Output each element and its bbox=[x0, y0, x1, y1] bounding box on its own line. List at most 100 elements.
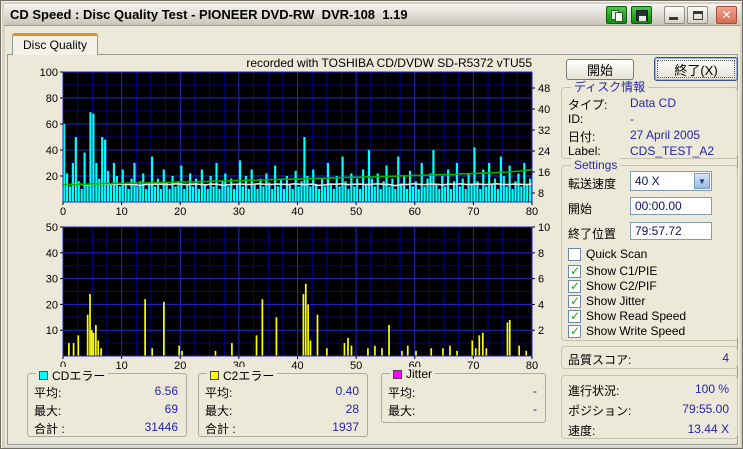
checkbox-box[interactable] bbox=[568, 264, 581, 278]
disc-type-row: タイプ: Data CD bbox=[568, 96, 677, 112]
svg-text:80: 80 bbox=[46, 93, 58, 105]
checkbox-box[interactable] bbox=[568, 309, 581, 323]
svg-text:8: 8 bbox=[538, 248, 544, 260]
disc-date-row: 日付: 27 April 2005 bbox=[568, 128, 701, 144]
cyan-legend-icon bbox=[39, 371, 48, 380]
close-button[interactable]: ✕ bbox=[716, 6, 737, 24]
svg-text:70: 70 bbox=[467, 360, 479, 372]
disc-info-caption: ディスク情報 bbox=[571, 80, 649, 94]
progress-row: 進行状況: 100 % bbox=[568, 382, 729, 398]
save-icon[interactable] bbox=[631, 6, 652, 24]
svg-text:40: 40 bbox=[291, 206, 303, 215]
svg-text:50: 50 bbox=[46, 222, 58, 234]
disc-label-row: Label: CDS_TEST_A2 bbox=[568, 144, 715, 158]
checkbox-box[interactable] bbox=[568, 324, 581, 338]
svg-text:20: 20 bbox=[46, 299, 58, 311]
disc-id-row: ID: - bbox=[568, 112, 634, 126]
progress-group: 進行状況: 100 % ポジション: 79:55.00 速度: 13.44 X bbox=[561, 375, 738, 439]
speed-value: 40 X bbox=[635, 174, 660, 188]
maximize-button[interactable] bbox=[687, 6, 708, 24]
cd-errors-caption: CDエラー bbox=[36, 367, 109, 384]
checkbox-label: Show C2/PIF bbox=[586, 279, 657, 293]
checkbox-label: Show Read Speed bbox=[586, 309, 687, 323]
checkbox-label: Show Jitter bbox=[586, 294, 646, 308]
tab-disc-quality[interactable]: Disc Quality bbox=[12, 33, 98, 55]
quality-score-group: 品質スコア: 4 bbox=[561, 346, 738, 369]
checkbox-box[interactable] bbox=[568, 294, 581, 308]
jitter-max-row: 最大: - bbox=[388, 402, 537, 418]
start-button[interactable]: 開始 bbox=[566, 59, 634, 80]
c2-errors-group: C2エラー 平均: 0.40 最大: 28 合計 :1937 bbox=[198, 367, 368, 437]
svg-text:60: 60 bbox=[46, 119, 58, 131]
checkbox-show-read-speed[interactable]: Show Read Speed bbox=[568, 309, 686, 323]
yellow-legend-icon bbox=[210, 371, 219, 380]
checkbox-label: Show Write Speed bbox=[586, 324, 686, 338]
svg-text:10: 10 bbox=[538, 222, 550, 234]
speed-row: 速度: 13.44 X bbox=[568, 422, 729, 438]
svg-text:40: 40 bbox=[538, 104, 550, 116]
position-row: ポジション: 79:55.00 bbox=[568, 402, 729, 418]
svg-text:2: 2 bbox=[538, 325, 544, 337]
copy-icon[interactable] bbox=[606, 6, 627, 24]
jitter-avg-row: 平均: - bbox=[388, 384, 537, 400]
c2-total-row: 合計 :1937 bbox=[205, 420, 359, 436]
svg-text:20: 20 bbox=[46, 171, 58, 183]
svg-text:32: 32 bbox=[538, 125, 550, 137]
checkbox-label: Show C1/PIE bbox=[586, 264, 658, 278]
svg-text:6: 6 bbox=[538, 274, 544, 286]
svg-text:40: 40 bbox=[291, 360, 303, 372]
svg-text:100: 100 bbox=[40, 67, 58, 79]
minimize-button[interactable] bbox=[664, 6, 685, 24]
chevron-down-icon[interactable]: ▼ bbox=[694, 173, 710, 189]
titlebar[interactable]: CD Speed : Disc Quality Test - PIONEER D… bbox=[4, 4, 741, 26]
checkbox-show-c1-pie[interactable]: Show C1/PIE bbox=[568, 264, 657, 278]
svg-text:20: 20 bbox=[174, 206, 186, 215]
end-pos-input[interactable]: 79:57.72 bbox=[630, 222, 712, 240]
c2-max-row: 最大: 28 bbox=[205, 402, 359, 418]
svg-text:10: 10 bbox=[46, 325, 58, 337]
magenta-legend-icon bbox=[393, 369, 402, 379]
jitter-group: Jitter 平均: - 最大: - bbox=[381, 367, 546, 423]
c2-avg-row: 平均: 0.40 bbox=[205, 384, 359, 400]
disc-info-group: ディスク情報 タイプ: Data CD ID: - 日付: 27 April 2005… bbox=[561, 80, 738, 159]
svg-text:40: 40 bbox=[46, 145, 58, 157]
checkbox-box[interactable] bbox=[568, 247, 581, 261]
cd-max-row: 最大: 69 bbox=[34, 402, 178, 418]
svg-text:80: 80 bbox=[526, 206, 538, 215]
svg-text:10: 10 bbox=[116, 360, 128, 372]
app-window: CD Speed : Disc Quality Test - PIONEER D… bbox=[0, 0, 743, 449]
checkbox-show-c2-pif[interactable]: Show C2/PIF bbox=[568, 279, 657, 293]
quality-score-value: 4 bbox=[722, 351, 729, 365]
svg-text:16: 16 bbox=[538, 167, 550, 179]
svg-text:8: 8 bbox=[538, 188, 544, 200]
exit-button[interactable]: 終了(X) bbox=[654, 57, 738, 81]
checkbox-label: Quick Scan bbox=[586, 247, 648, 261]
svg-text:30: 30 bbox=[46, 274, 58, 286]
start-pos-input[interactable]: 00:00.00 bbox=[630, 197, 712, 215]
svg-text:20: 20 bbox=[174, 360, 186, 372]
cd-total-row: 合計 :31446 bbox=[34, 420, 178, 436]
quality-score-row: 品質スコア: 4 bbox=[568, 351, 729, 367]
svg-text:10: 10 bbox=[116, 206, 128, 215]
c2-errors-caption: C2エラー bbox=[207, 367, 278, 384]
svg-text:70: 70 bbox=[467, 206, 479, 215]
svg-text:48: 48 bbox=[538, 83, 550, 95]
svg-text:50: 50 bbox=[350, 360, 362, 372]
window-title: CD Speed : Disc Quality Test - PIONEER D… bbox=[10, 7, 408, 22]
tab-label: Disc Quality bbox=[22, 37, 87, 52]
settings-caption: Settings bbox=[571, 158, 621, 172]
svg-text:40: 40 bbox=[46, 248, 58, 260]
svg-text:4: 4 bbox=[538, 299, 544, 311]
settings-group: Settings 転送速度 40 X ▼ 開始 00:00.00 終了位置 79… bbox=[561, 158, 738, 341]
svg-text:0: 0 bbox=[60, 206, 66, 215]
chart-header: recorded with TOSHIBA CD/DVDW SD-R5372 v… bbox=[246, 56, 532, 70]
c1-speed-chart: 10080604020484032241680 10 20 30 40 50 60 70 80 bbox=[40, 67, 551, 215]
checkbox-box[interactable] bbox=[568, 279, 581, 293]
speed-combobox[interactable]: 40 X ▼ bbox=[630, 171, 712, 191]
svg-text:80: 80 bbox=[526, 360, 538, 372]
checkbox-quick-scan[interactable]: Quick Scan bbox=[568, 247, 647, 261]
checkbox-show-jitter[interactable]: Show Jitter bbox=[568, 294, 645, 308]
cd-avg-row: 平均: 6.56 bbox=[34, 384, 178, 400]
svg-text:60: 60 bbox=[409, 206, 421, 215]
checkbox-show-write-speed[interactable]: Show Write Speed bbox=[568, 324, 685, 338]
